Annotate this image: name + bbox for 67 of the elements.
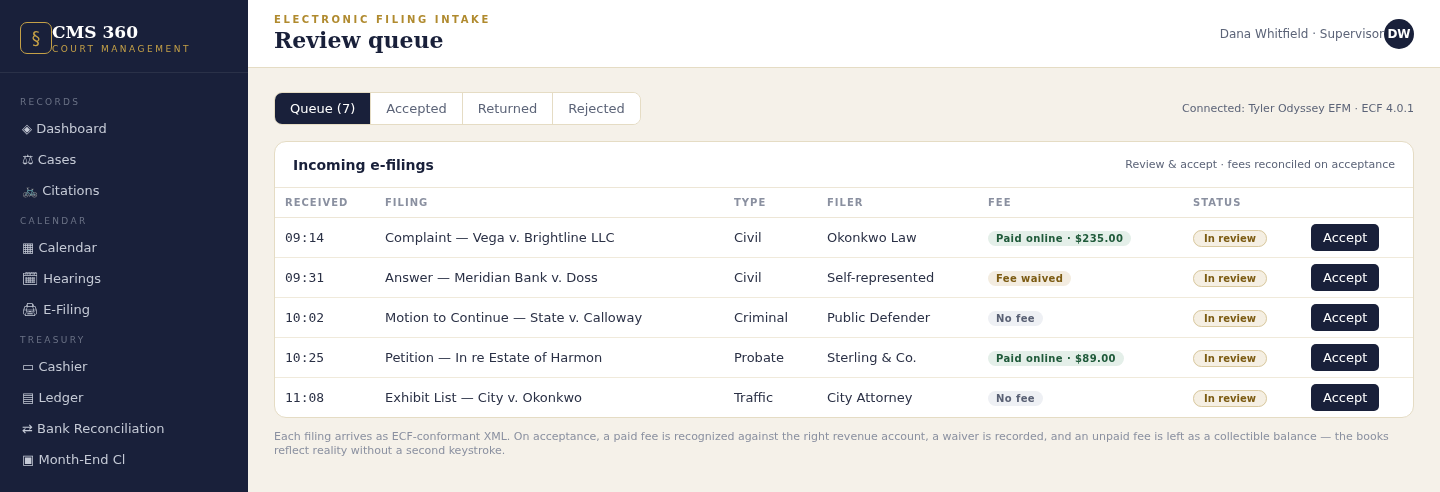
status-badge: In review xyxy=(1193,310,1267,327)
app-name: CMS 360 xyxy=(52,22,140,42)
sidebar-item[interactable]: 🚲 Citations xyxy=(20,175,104,206)
table-cell: Self-represented xyxy=(817,257,978,298)
sidebar-item[interactable]: 🗓 Hearings xyxy=(20,263,106,294)
tab[interactable]: Rejected xyxy=(552,93,640,124)
card-subtitle: Review & accept · fees reconciled on acceptance xyxy=(1125,158,1395,171)
status-badge: In review xyxy=(1193,230,1267,247)
table-cell: Public Defender xyxy=(817,297,978,338)
accept-button[interactable]: Accept xyxy=(1311,384,1380,411)
sidebar-item[interactable]: ◈ Dashboard xyxy=(20,113,111,144)
card-title: Incoming e-filings xyxy=(293,156,434,173)
page-title: Review queue xyxy=(274,27,445,53)
connection-status: Connected: Tyler Odyssey EFM · ECF 4.0.1 xyxy=(1182,102,1414,115)
column-header: TYPE xyxy=(724,188,817,218)
sidebar-item[interactable]: 🖨 E-Filing xyxy=(20,294,94,325)
nav-section-title: CALENDAR xyxy=(20,216,88,226)
table-cell: Probate xyxy=(724,337,817,378)
fee-badge: Fee waived xyxy=(988,271,1072,286)
logo-mark: § xyxy=(20,22,52,54)
table-cell: Answer — Meridian Bank v. Doss xyxy=(375,257,724,298)
table-cell: Civil xyxy=(724,257,817,298)
table-cell: 09:31 xyxy=(275,257,375,298)
table-cell: Sterling & Co. xyxy=(817,337,978,378)
user-name: Dana Whitfield · Supervisor xyxy=(1219,26,1384,41)
sidebar-item[interactable]: ⚖ Cases xyxy=(20,144,81,175)
column-header: FILING xyxy=(375,188,724,218)
table-cell: Complaint — Vega v. Brightline LLC xyxy=(375,217,724,258)
nav-section-title: RECORDS xyxy=(20,97,81,107)
user-avatar[interactable]: DW xyxy=(1384,18,1414,49)
column-header: FEE xyxy=(978,188,1183,218)
sidebar-item[interactable]: ⇄ Bank Reconciliation xyxy=(20,413,169,444)
fee-badge: Paid online · $89.00 xyxy=(988,351,1124,366)
fee-badge: No fee xyxy=(988,391,1044,406)
table-cell: City Attorney xyxy=(817,377,978,417)
column-header: FILER xyxy=(817,188,978,218)
table-cell: Okonkwo Law xyxy=(817,217,978,258)
page-eyebrow: ELECTRONIC FILING INTAKE xyxy=(274,14,491,25)
status-badge: In review xyxy=(1193,390,1267,407)
table-cell: 11:08 xyxy=(275,377,375,417)
accept-button[interactable]: Accept xyxy=(1311,344,1380,371)
fee-badge: Paid online · $235.00 xyxy=(988,231,1132,246)
table-cell: Exhibit List — City v. Okonkwo xyxy=(375,377,724,417)
fee-badge: No fee xyxy=(988,311,1044,326)
table-cell: Petition — In re Estate of Harmon xyxy=(375,337,724,378)
app-tagline: COURT MANAGEMENT xyxy=(52,44,191,54)
status-badge: In review xyxy=(1193,350,1267,367)
nav-section-title: TREASURY xyxy=(20,335,86,345)
table-cell: Civil xyxy=(724,217,817,258)
table-cell: 10:02 xyxy=(275,297,375,338)
sidebar-item[interactable]: ▦ Calendar xyxy=(20,232,101,263)
sidebar-item[interactable]: ▤ Ledger xyxy=(20,382,88,413)
footnote: Each filing arrives as ECF-conformant XML. On acceptance, a paid fee is recognized against the right revenue account, a waiver is recorded, and an unpaid fee is left as a collectible balance — the books reflect reality without a second keystroke. xyxy=(274,430,1390,458)
table-cell: 09:14 xyxy=(275,217,375,258)
column-header: RECEIVED xyxy=(275,188,375,218)
table-cell: Traffic xyxy=(724,377,817,417)
table-cell: Criminal xyxy=(724,297,817,338)
column-header: STATUS xyxy=(1183,188,1301,218)
sidebar-item[interactable]: ▣ Month-End Cl xyxy=(20,444,130,475)
accept-button[interactable]: Accept xyxy=(1311,224,1380,251)
table-cell: 10:25 xyxy=(275,337,375,378)
sidebar-item[interactable]: ▭ Cashier xyxy=(20,351,92,382)
tab[interactable]: Queue (7) xyxy=(275,93,371,124)
accept-button[interactable]: Accept xyxy=(1311,264,1380,291)
accept-button[interactable]: Accept xyxy=(1311,304,1380,331)
status-badge: In review xyxy=(1193,270,1267,287)
table-cell: Motion to Continue — State v. Calloway xyxy=(375,297,724,338)
